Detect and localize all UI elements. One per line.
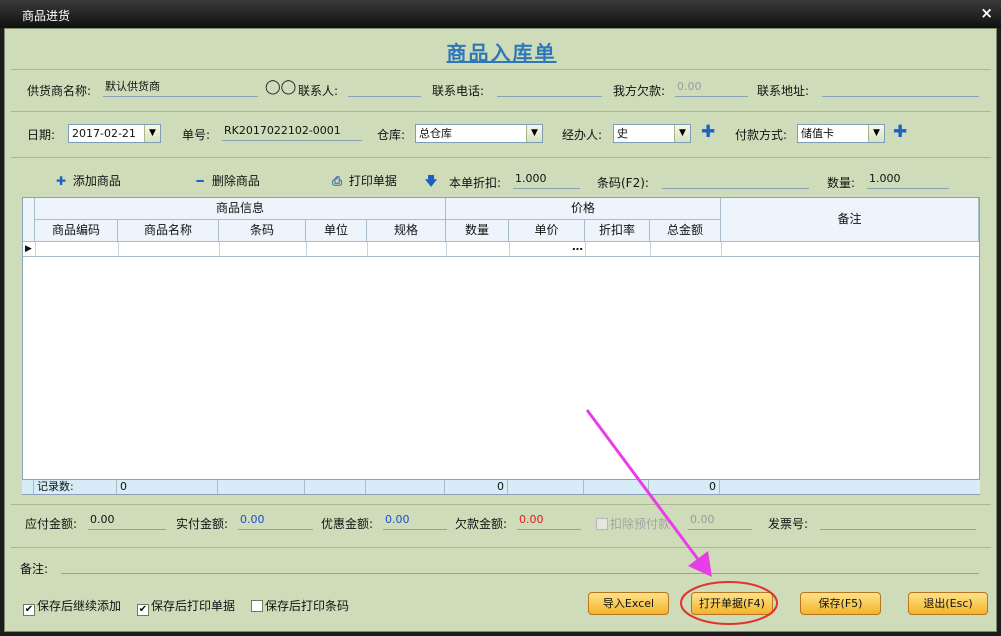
- annotation-arrowhead: [688, 551, 712, 577]
- annotation-circle: [680, 581, 778, 625]
- annotation-overlay: [585, 409, 778, 625]
- annotation-arrow: [585, 409, 702, 563]
